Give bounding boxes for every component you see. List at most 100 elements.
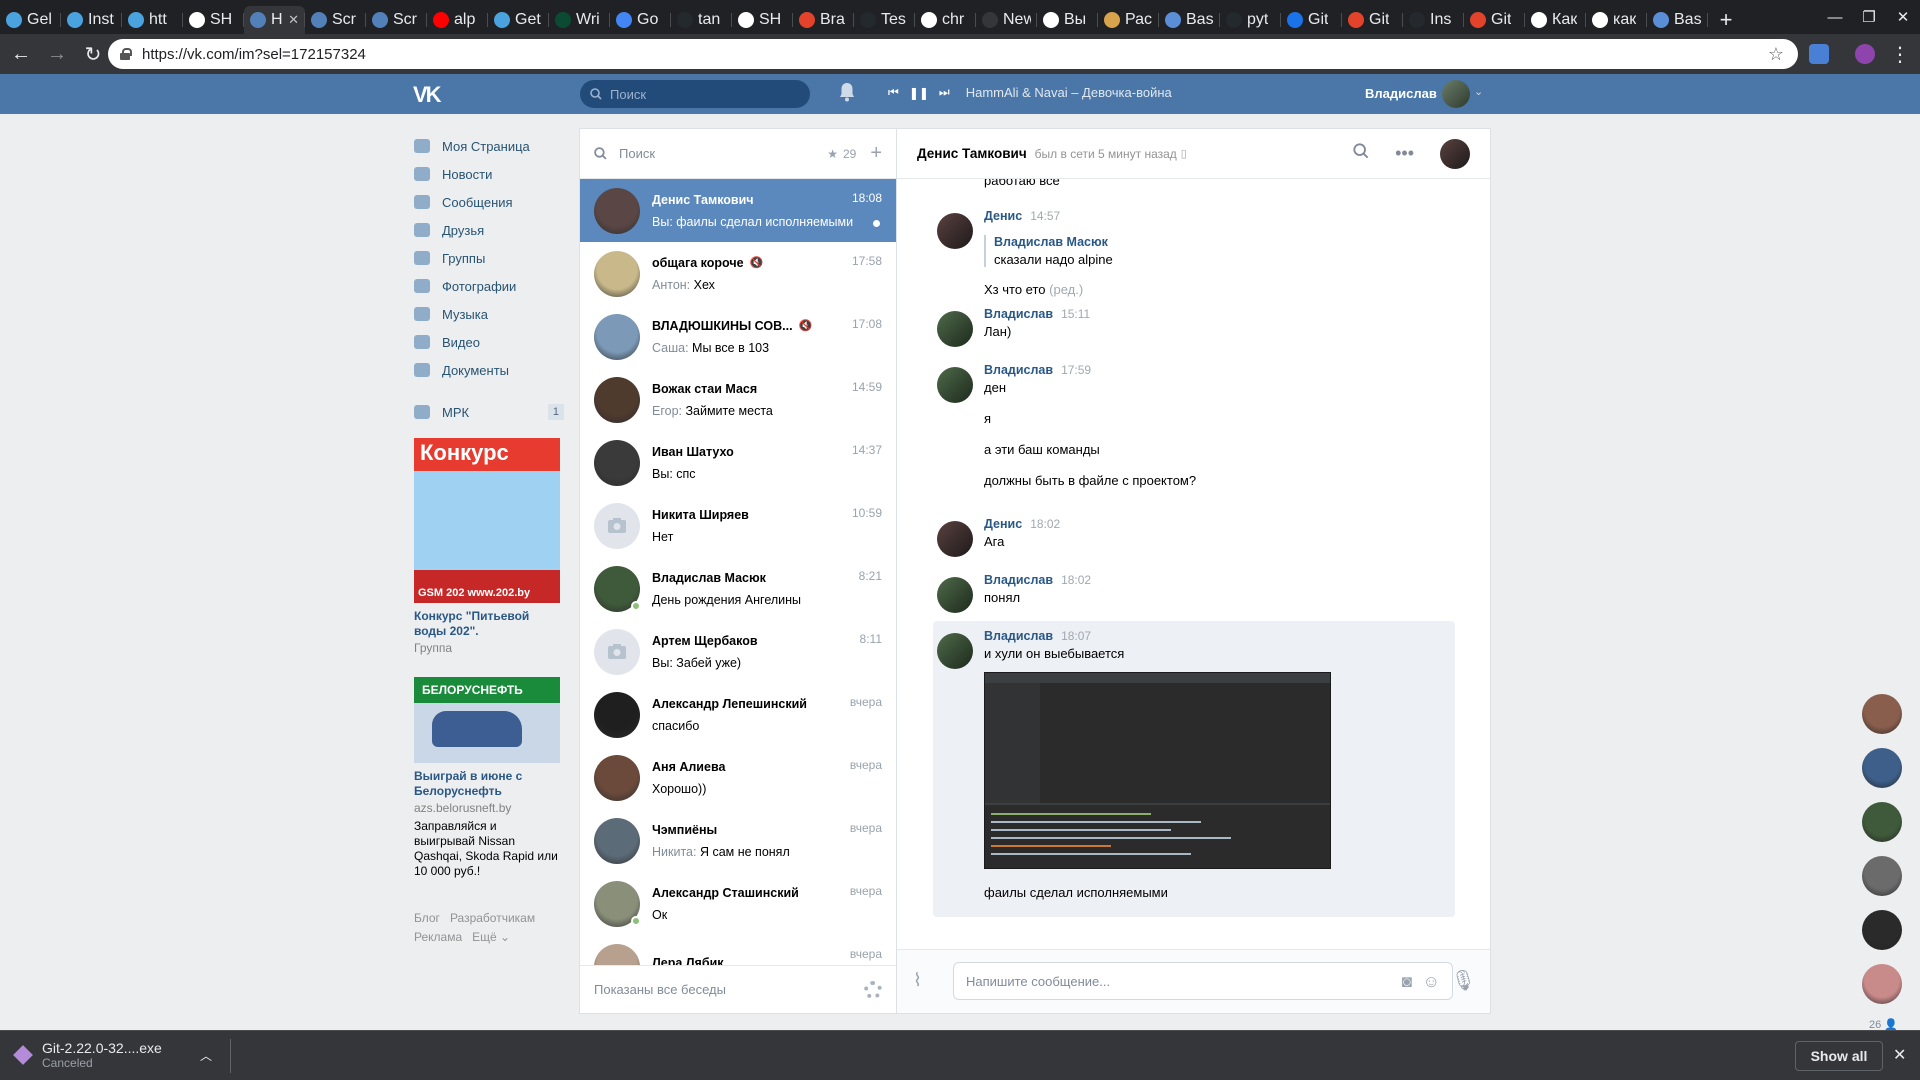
browser-tab[interactable]: chr [915,6,976,34]
emoji-icon[interactable]: ☺ [1423,972,1440,992]
browser-tab[interactable]: H ✕ [244,6,305,34]
browser-tab[interactable]: Get [488,6,549,34]
vk-search-input[interactable]: Поиск [580,80,810,108]
browser-tab[interactable]: Bas [1159,6,1220,34]
quick-chat-avatar[interactable] [1862,748,1902,788]
sidebar-item[interactable]: Документы [414,356,564,384]
avatar[interactable] [937,521,973,557]
avatar[interactable] [937,311,973,347]
browser-tab[interactable]: Wri [549,6,610,34]
message-author[interactable]: Денис 14:57 [984,209,1060,223]
conversation-item[interactable]: общага короче 🔇 Антон: Хех 17:58 [580,242,896,305]
ad-banner-belorusneft-image[interactable]: БЕЛОРУСНЕФТЬ [414,677,560,763]
vk-logo[interactable]: VK [413,82,442,108]
forwarded-message[interactable]: Владислав Масюк сказали надо alpine [984,235,1113,267]
message-author[interactable]: Владислав 18:02 [984,573,1091,587]
more-actions-icon[interactable]: ••• [1395,143,1414,164]
browser-tab[interactable]: как [1586,6,1647,34]
download-options-chevron-icon[interactable]: ︿ [200,1047,212,1064]
footer-link-ads[interactable]: Реклама [414,930,462,944]
sidebar-item[interactable]: Видео [414,328,564,356]
sidebar-item[interactable]: Группы [414,244,564,272]
quick-chat-avatar[interactable] [1862,694,1902,734]
profile-extension-icon[interactable] [1855,44,1875,64]
browser-menu-icon[interactable]: ⋮ [1890,42,1910,67]
browser-tab[interactable]: New Ta [976,6,1037,34]
avatar[interactable] [937,577,973,613]
browser-tab[interactable]: Go [610,6,671,34]
browser-tab[interactable]: Scr [366,6,427,34]
maximize-icon[interactable]: ❐ [1852,0,1886,34]
sidebar-item[interactable]: Сообщения [414,188,564,216]
browser-tab[interactable]: Git [1281,6,1342,34]
footer-link-developers[interactable]: Разработчикам [450,911,535,925]
minimize-icon[interactable]: — [1818,0,1852,34]
conversation-search[interactable]: Поиск ★ 29 + [580,129,896,179]
pause-icon[interactable]: ❚❚ [909,86,929,100]
browser-tab[interactable]: Gel [0,6,61,34]
footer-link-blog[interactable]: Блог [414,911,440,925]
ad-title-belorusneft[interactable]: Выиграй в июне с Белоруснефть [414,769,560,799]
browser-tab[interactable]: alp [427,6,488,34]
sidebar-item[interactable]: Друзья [414,216,564,244]
conversation-item[interactable]: Никита Ширяев Нет 10:59 [580,494,896,557]
conversation-item[interactable]: Владислав Масюк День рождения Ангелины 8:2… [580,557,896,620]
next-track-icon[interactable]: ⏭ [939,85,950,100]
quick-chat-avatar[interactable] [1862,802,1902,842]
camera-icon[interactable]: ◙ [1402,972,1412,992]
browser-tab[interactable]: Bas [1647,6,1708,34]
ad-block-202[interactable]: Конкурс GSM 202 www.202.by Конкурс "Пить… [414,438,560,655]
conversation-item[interactable]: Артем Щербаков Вы: Забей уже) 8:11 [580,620,896,683]
browser-tab[interactable]: htt [122,6,183,34]
chat-search-icon[interactable] [1353,143,1369,164]
browser-tab[interactable]: pyt [1220,6,1281,34]
bookmark-star-icon[interactable]: ☆ [1768,44,1784,65]
sidebar-item[interactable]: Новости [414,160,564,188]
message-author[interactable]: Владислав 15:11 [984,307,1090,321]
forward-icon[interactable]: → [42,39,72,69]
browser-tab[interactable]: Inst [61,6,122,34]
new-conversation-plus-icon[interactable]: + [870,142,882,165]
chevron-down-icon[interactable]: ⌄ [1474,85,1483,98]
message-author[interactable]: Владислав 17:59 [984,363,1091,377]
favorites-button[interactable]: ★ 29 [827,147,856,161]
chat-partner-name[interactable]: Денис Тамкович [917,146,1027,161]
quick-chat-avatar[interactable] [1862,856,1902,896]
notifications-bell-icon[interactable] [838,82,856,102]
browser-tab[interactable]: Git [1342,6,1403,34]
conversation-item[interactable]: Денис Тамкович Вы: фаилы сделал исполняем… [580,179,896,242]
ad-title-202[interactable]: Конкурс "Питьевой воды 202". [414,609,560,639]
conversation-item[interactable]: Александр Лепешинский спасибо вчера [580,683,896,746]
sidebar-item-group-mrk[interactable]: МРК 1 [414,398,564,426]
sidebar-item[interactable]: Моя Страница [414,132,564,160]
ad-domain-belorusneft[interactable]: azs.belorusneft.by [414,801,560,815]
conversation-item[interactable]: Вожак стаи Мася Егор: Займите места 14:59 [580,368,896,431]
header-user-name[interactable]: Владислав [1365,86,1437,101]
conversation-item[interactable]: Аня Алиева Хорошо)) вчера [580,746,896,809]
close-downloads-bar-icon[interactable]: ✕ [1893,1045,1906,1065]
browser-tab[interactable]: SH [183,6,244,34]
reload-icon[interactable]: ↻ [78,39,108,69]
browser-tab[interactable]: Git [1464,6,1525,34]
gear-icon[interactable] [864,980,882,999]
message-author[interactable]: Владислав 18:07 [984,629,1091,643]
browser-tab[interactable]: Tes [854,6,915,34]
new-tab-button[interactable]: + [1708,6,1744,34]
ad-block-belorusneft[interactable]: БЕЛОРУСНЕФТЬ Выиграй в июне с Белоруснеф… [414,677,560,879]
browser-tab[interactable]: Scr [305,6,366,34]
download-item[interactable]: Git-2.22.0-32....exe Canceled [13,1040,162,1070]
message-author[interactable]: Денис 18:02 [984,517,1060,531]
attached-screenshot-image[interactable] [984,672,1331,869]
conversation-item[interactable]: Александр Сташинский Ок вчера [580,872,896,935]
close-window-icon[interactable]: ✕ [1886,0,1920,34]
browser-tab[interactable]: Рас [1098,6,1159,34]
browser-tab[interactable]: Bra [793,6,854,34]
browser-tab[interactable]: Вы [1037,6,1098,34]
microphone-icon[interactable]: 🎙 [1451,968,1476,993]
conversation-item[interactable]: Чэмпиёны Никита: Я сам не понял вчера [580,809,896,872]
tab-close-icon[interactable]: ✕ [288,12,299,28]
ad-banner-202-image[interactable]: Конкурс GSM 202 www.202.by [414,438,560,603]
browser-tab[interactable]: tan [671,6,732,34]
back-icon[interactable]: ← [6,39,36,69]
sidebar-item[interactable]: Фотографии [414,272,564,300]
